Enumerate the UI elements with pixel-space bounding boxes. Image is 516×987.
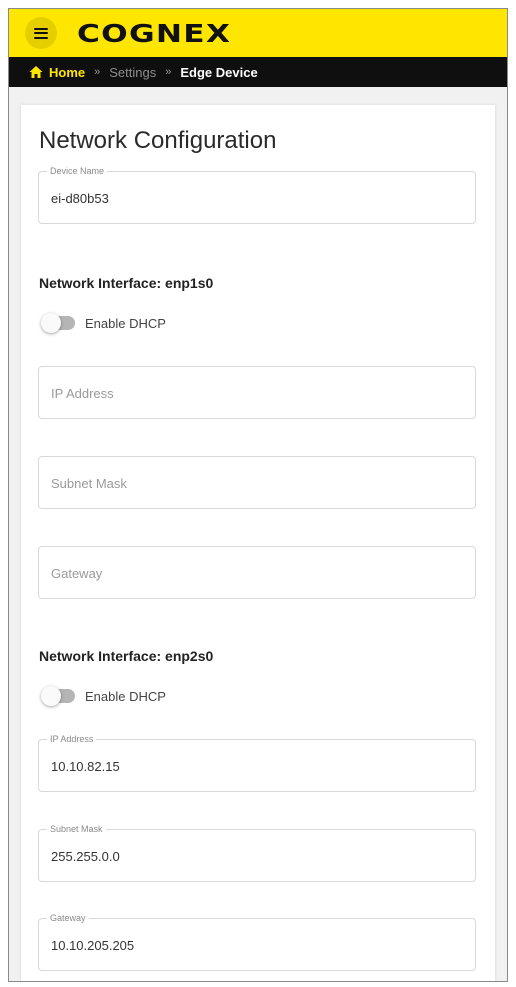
network-config-card: Network Configuration Device Name ei-d80… — [21, 105, 495, 981]
interface-1-gateway-placeholder: Gateway — [51, 566, 103, 581]
app-window: COGNEX Home » Settings » Edge Device Net… — [8, 8, 508, 982]
interface-2-ip-address-field[interactable]: IP Address 10.10.82.15 — [38, 734, 476, 792]
interface-2-dhcp-label: Enable DHCP — [85, 689, 166, 704]
interface-1-heading: Network Interface: enp1s0 — [39, 275, 214, 291]
interface-1-dhcp-toggle[interactable] — [41, 313, 77, 333]
interface-2-heading: Network Interface: enp2s0 — [39, 648, 214, 664]
interface-1-subnet-mask-field[interactable]: Subnet Mask — [38, 456, 476, 509]
interface-1-ip-address-placeholder: IP Address — [51, 386, 114, 401]
device-name-field[interactable]: Device Name ei-d80b53 — [38, 166, 476, 224]
interface-1-gateway-field[interactable]: Gateway — [38, 546, 476, 599]
interface-2-subnet-mask-label: Subnet Mask — [47, 824, 106, 835]
interface-2-ip-address-value: 10.10.82.15 — [51, 759, 120, 774]
interface-2-gateway-field[interactable]: Gateway 10.10.205.205 — [38, 913, 476, 971]
interface-2-dhcp-toggle[interactable] — [41, 686, 77, 706]
top-app-bar: COGNEX — [9, 9, 507, 57]
breadcrumb: Home » Settings » Edge Device — [9, 57, 507, 87]
breadcrumb-home-link[interactable]: Home — [49, 65, 85, 80]
interface-2-subnet-mask-value: 255.255.0.0 — [51, 849, 120, 864]
interface-2-gateway-label: Gateway — [47, 913, 89, 924]
breadcrumb-separator: » — [165, 66, 172, 78]
interface-1-ip-address-field[interactable]: IP Address — [38, 366, 476, 419]
hamburger-menu-icon[interactable] — [25, 17, 57, 49]
breadcrumb-settings-link[interactable]: Settings — [109, 65, 156, 80]
device-name-value: ei-d80b53 — [51, 191, 109, 206]
breadcrumb-current: Edge Device — [180, 64, 258, 80]
page-title: Network Configuration — [39, 127, 277, 154]
interface-2-gateway-value: 10.10.205.205 — [51, 938, 135, 953]
breadcrumb-separator: » — [94, 66, 101, 78]
interface-2-ip-address-label: IP Address — [47, 734, 97, 745]
interface-1-subnet-mask-placeholder: Subnet Mask — [51, 476, 127, 491]
interface-2-subnet-mask-field[interactable]: Subnet Mask 255.255.0.0 — [38, 824, 476, 882]
cognex-logo: COGNEX — [77, 18, 232, 48]
device-name-label: Device Name — [47, 166, 108, 177]
interface-1-dhcp-label: Enable DHCP — [85, 316, 166, 331]
home-icon[interactable] — [29, 65, 43, 79]
